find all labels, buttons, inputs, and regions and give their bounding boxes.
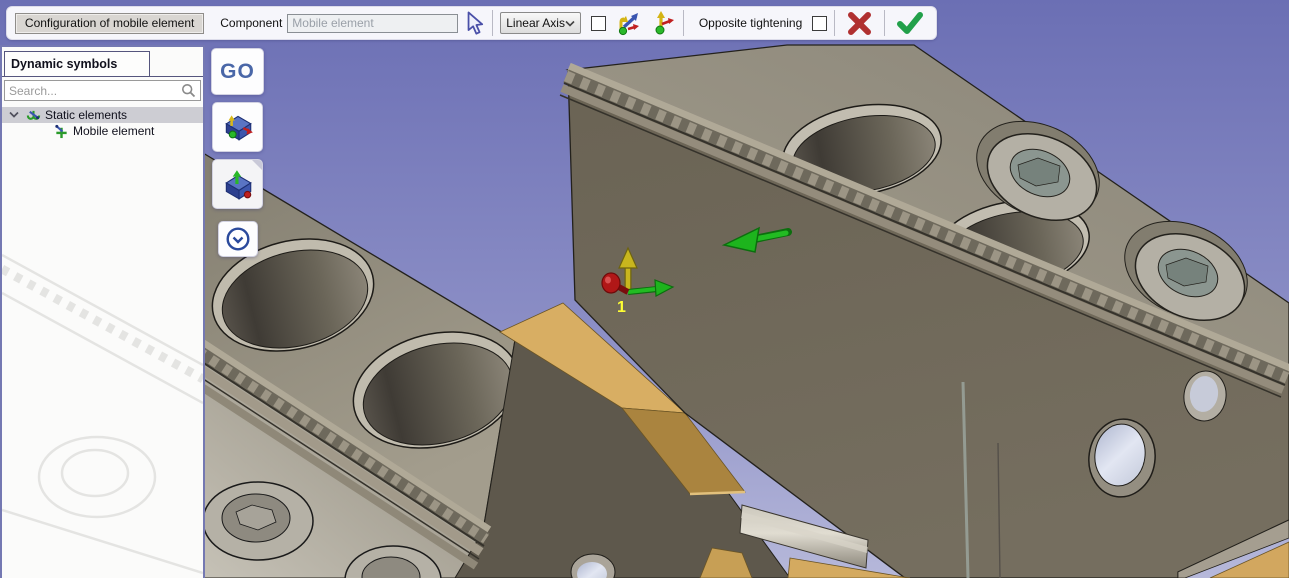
toolbar-separator xyxy=(683,10,684,36)
triad-index-label: 1 xyxy=(617,299,626,316)
search-placeholder: Search... xyxy=(9,84,181,98)
triad-origin-point[interactable] xyxy=(602,273,620,293)
dogear-corner xyxy=(252,160,262,170)
tree-item-static-elements[interactable]: Static elements xyxy=(2,107,203,123)
cancel-icon[interactable] xyxy=(846,10,873,37)
select-cursor-icon[interactable] xyxy=(465,10,485,37)
panel-tab-row: Dynamic symbols xyxy=(2,47,203,77)
expand-more-button[interactable] xyxy=(218,221,258,257)
tree-item-label: Mobile element xyxy=(73,124,154,138)
dynamic-symbol-static-button[interactable] xyxy=(212,102,263,152)
go-button[interactable]: GO xyxy=(211,48,264,95)
component-value: Mobile element xyxy=(292,16,373,30)
axis-checkbox[interactable] xyxy=(591,16,606,31)
axis-type-dropdown[interactable]: Linear Axis xyxy=(500,12,581,34)
tab-label: Dynamic symbols xyxy=(11,57,117,71)
toolbar-separator xyxy=(884,10,885,36)
command-title: Configuration of mobile element xyxy=(15,13,204,34)
search-input[interactable]: Search... xyxy=(4,80,201,101)
opposite-tightening-checkbox[interactable] xyxy=(812,16,827,31)
toolbar-separator xyxy=(492,10,493,36)
opposite-tightening-label: Opposite tightening xyxy=(699,16,802,30)
component-label: Component xyxy=(220,16,282,30)
dynamic-symbols-panel: Dynamic symbols Search... Static element xyxy=(0,45,205,578)
tab-dynamic-symbols[interactable]: Dynamic symbols xyxy=(4,51,150,76)
tree-item-mobile-element[interactable]: Mobile element xyxy=(2,123,203,139)
go-button-label: GO xyxy=(220,60,255,84)
mobile-cross-icon xyxy=(54,124,69,139)
chevron-expanded-icon[interactable] xyxy=(8,111,20,119)
triad-axis-icon[interactable] xyxy=(649,10,676,37)
toolbar-separator xyxy=(834,10,835,36)
chevron-down-icon xyxy=(565,20,575,27)
symbols-tree: Static elements Mobile element xyxy=(2,107,203,139)
panel-ghost-model xyxy=(2,165,203,576)
chevron-circle-icon xyxy=(225,226,251,252)
anchor-static-icon xyxy=(26,108,41,123)
axis-type-value: Linear Axis xyxy=(506,16,565,30)
rail-green-arrow-icon xyxy=(221,167,255,201)
tree-item-label: Static elements xyxy=(45,108,127,122)
dynamic-symbol-mobile-button[interactable] xyxy=(212,159,263,209)
rail-axes-icon xyxy=(221,110,255,144)
component-input[interactable]: Mobile element xyxy=(287,14,458,33)
cad-application-window: 1 Configuration of mobile element Compon… xyxy=(0,0,1289,578)
confirm-icon[interactable] xyxy=(896,10,924,37)
search-icon xyxy=(181,83,196,98)
command-toolbar: Configuration of mobile element Componen… xyxy=(6,6,937,40)
bent-axis-icon[interactable] xyxy=(614,10,641,37)
